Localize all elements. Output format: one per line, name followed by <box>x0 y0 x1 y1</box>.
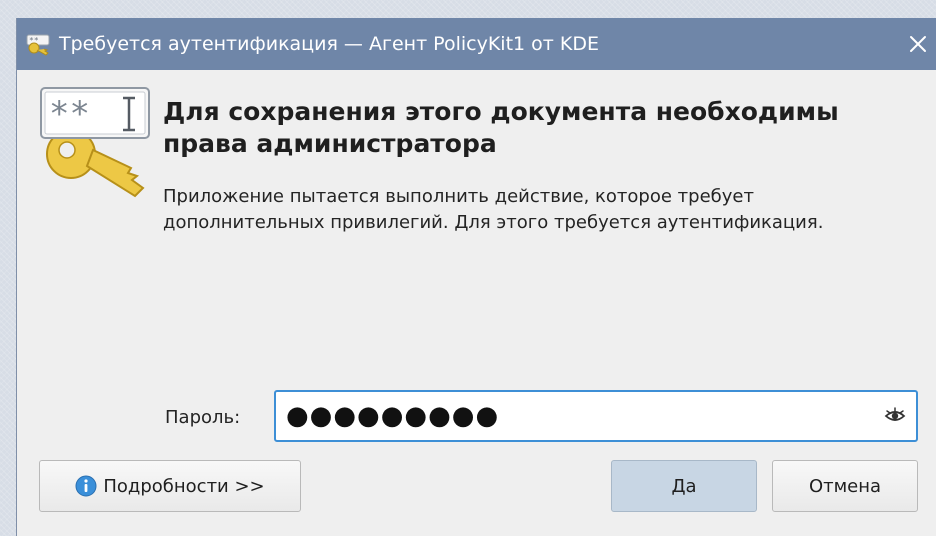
yes-button-label: Да <box>671 475 697 497</box>
close-icon[interactable] <box>904 30 932 58</box>
cancel-button-label: Отмена <box>808 475 882 497</box>
keys-icon: ** <box>26 34 50 56</box>
cancel-button[interactable]: Отмена <box>772 460 918 512</box>
info-icon <box>75 475 97 497</box>
authentication-dialog: ** Требуется аутентификация — Агент Poli… <box>16 18 936 536</box>
svg-text:**: ** <box>49 94 90 134</box>
password-input[interactable] <box>286 400 856 432</box>
window-title: Требуется аутентификация — Агент PolicyK… <box>59 33 599 55</box>
dialog-description: Приложение пытается выполнить действие, … <box>163 186 824 233</box>
password-label: Пароль: <box>165 407 241 428</box>
password-field[interactable] <box>274 390 918 442</box>
dialog-heading: Для сохранения этого документа необходим… <box>163 97 839 158</box>
details-button[interactable]: Подробности >> <box>39 460 301 512</box>
yes-button[interactable]: Да <box>611 460 757 512</box>
eye-icon[interactable] <box>884 405 906 427</box>
details-button-label: Подробности >> <box>103 475 265 497</box>
title-bar[interactable]: ** Требуется аутентификация — Агент Poli… <box>17 18 936 70</box>
password-keys-icon: ** <box>40 87 150 198</box>
